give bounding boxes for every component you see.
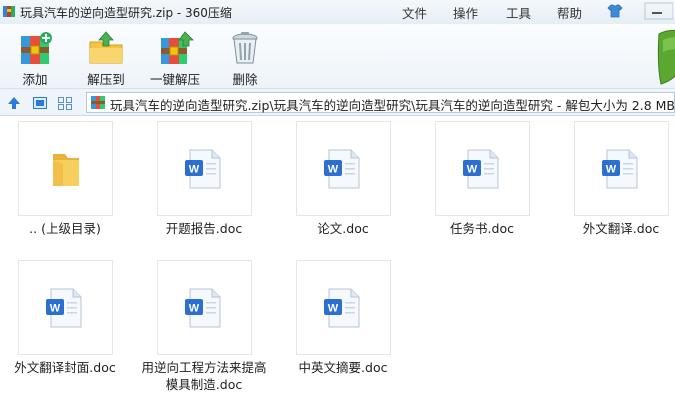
file-name: 用逆向工程方法来提高模具制造.doc bbox=[141, 360, 267, 392]
toolbar: 添加 解压到 一键解压 删除 bbox=[0, 24, 675, 88]
word-doc-icon: W bbox=[324, 149, 360, 189]
add-label: 添加 bbox=[22, 72, 48, 87]
file-thumbnail: W bbox=[296, 260, 391, 355]
one-click-extract-icon bbox=[161, 31, 194, 64]
file-grid: .. (上级目录) W 开题报告.doc W 论文.doc W 任务书.doc … bbox=[0, 117, 675, 406]
svg-text:W: W bbox=[50, 303, 61, 315]
current-path: 玩具汽车的逆向造型研究.zip\玩具汽车的逆向造型研究\玩具汽车的逆向造型研究 … bbox=[110, 98, 675, 113]
delete-button[interactable]: 删除 bbox=[226, 30, 264, 88]
menu-help[interactable]: 帮助 bbox=[557, 3, 582, 22]
svg-text:W: W bbox=[328, 303, 339, 315]
trash-can-icon bbox=[232, 32, 258, 64]
window-title: 玩具汽车的逆向造型研究.zip - 360压缩 bbox=[20, 6, 232, 20]
extract-to-button[interactable]: 解压到 bbox=[84, 30, 128, 88]
file-name: 开题报告.doc bbox=[165, 221, 243, 236]
extract-folder-icon bbox=[89, 31, 123, 64]
file-item[interactable]: W 任务书.doc bbox=[417, 117, 547, 257]
folder-icon bbox=[53, 154, 79, 186]
file-thumbnail: W bbox=[435, 121, 530, 216]
word-doc-icon: W bbox=[185, 288, 221, 328]
file-name: 中英文摘要.doc bbox=[298, 360, 388, 375]
file-item[interactable]: W 外文翻译.doc bbox=[556, 117, 675, 257]
file-thumbnail: W bbox=[574, 121, 669, 216]
archive-icon bbox=[91, 96, 105, 109]
menu-operation[interactable]: 操作 bbox=[453, 3, 478, 22]
word-doc-icon: W bbox=[185, 149, 221, 189]
extract-to-label: 解压到 bbox=[87, 72, 125, 87]
svg-text:W: W bbox=[189, 164, 200, 176]
file-item[interactable]: W 用逆向工程方法来提高模具制造.doc bbox=[139, 256, 269, 396]
word-doc-icon: W bbox=[463, 149, 499, 189]
app-window: 玩具汽车的逆向造型研究.zip - 360压缩 文件 操作 工具 帮助 添加 解… bbox=[0, 0, 675, 406]
parent-directory-item[interactable]: .. (上级目录) bbox=[0, 117, 130, 257]
svg-text:W: W bbox=[328, 164, 339, 176]
file-thumbnail: W bbox=[296, 121, 391, 216]
file-item[interactable]: W 开题报告.doc bbox=[139, 117, 269, 257]
thumbnail-view-icon[interactable] bbox=[32, 95, 48, 111]
file-name: 外文翻译.doc bbox=[582, 221, 660, 236]
svg-text:W: W bbox=[467, 164, 478, 176]
svg-text:W: W bbox=[606, 164, 617, 176]
address-bar: 玩具汽车的逆向造型研究.zip\玩具汽车的逆向造型研究\玩具汽车的逆向造型研究 … bbox=[0, 88, 675, 116]
word-doc-icon: W bbox=[46, 288, 82, 328]
file-name: 任务书.doc bbox=[450, 221, 514, 236]
file-name: 论文.doc bbox=[317, 221, 369, 236]
security-shield-icon[interactable] bbox=[655, 26, 675, 86]
file-name: .. (上级目录) bbox=[29, 221, 101, 236]
path-field[interactable]: 玩具汽车的逆向造型研究.zip\玩具汽车的逆向造型研究\玩具汽车的逆向造型研究 … bbox=[86, 92, 675, 113]
file-thumbnail: W bbox=[18, 260, 113, 355]
up-arrow-icon[interactable] bbox=[6, 95, 22, 111]
add-button[interactable]: 添加 bbox=[12, 30, 58, 88]
file-name: 外文翻译封面.doc bbox=[14, 360, 116, 375]
add-archive-icon bbox=[21, 32, 52, 64]
app-logo-icon bbox=[3, 6, 15, 17]
delete-label: 删除 bbox=[232, 72, 258, 87]
one-click-extract-button[interactable]: 一键解压 bbox=[150, 30, 200, 88]
word-doc-icon: W bbox=[602, 149, 638, 189]
list-view-icon[interactable] bbox=[57, 95, 73, 111]
file-thumbnail: W bbox=[157, 260, 252, 355]
svg-text:W: W bbox=[189, 303, 200, 315]
menu-file[interactable]: 文件 bbox=[402, 3, 427, 22]
skin-shirt-icon[interactable] bbox=[606, 3, 624, 19]
one-click-extract-label: 一键解压 bbox=[150, 72, 201, 87]
menu-tools[interactable]: 工具 bbox=[506, 3, 531, 22]
file-item[interactable]: W 论文.doc bbox=[278, 117, 408, 257]
word-doc-icon: W bbox=[324, 288, 360, 328]
title-bar: 玩具汽车的逆向造型研究.zip - 360压缩 文件 操作 工具 帮助 bbox=[0, 0, 675, 24]
file-item[interactable]: W 中英文摘要.doc bbox=[278, 256, 408, 396]
minimize-button[interactable] bbox=[643, 2, 673, 20]
file-item[interactable]: W 外文翻译封面.doc bbox=[0, 256, 130, 396]
file-thumbnail: W bbox=[157, 121, 252, 216]
file-thumbnail bbox=[18, 121, 113, 216]
